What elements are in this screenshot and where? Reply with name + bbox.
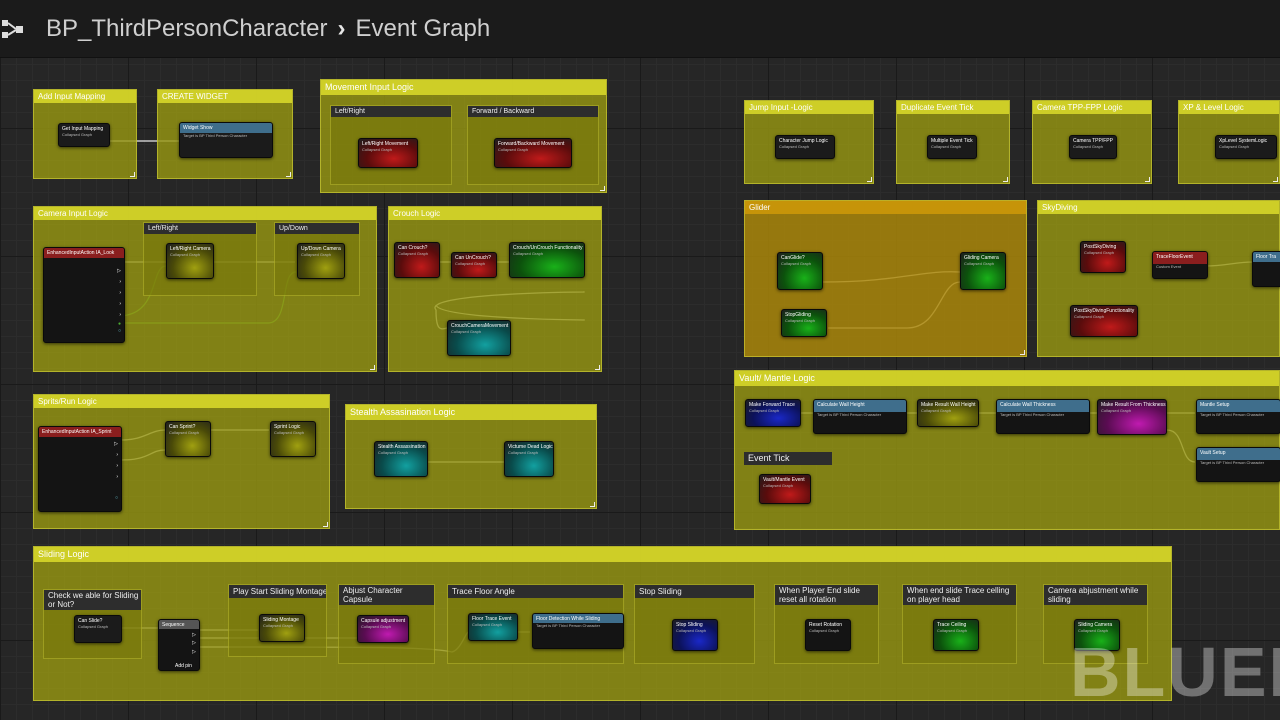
enhanced-input-sprint-node[interactable]: EnhancedInputAction IA_Sprint ▷ › › › ○ <box>38 426 122 512</box>
subcomment-trace-floor-angle[interactable]: Trace Floor Angle Floor Trace Event Coll… <box>447 584 624 664</box>
comment-sliding-logic[interactable]: Sliding Logic Check we able for Sliding … <box>33 546 1172 701</box>
mantle-setup-node[interactable]: Mantle Setup Target is BP Third Person C… <box>1196 399 1280 434</box>
up-down-camera-node[interactable]: Up/Down Camera Collapsed Graph <box>297 243 345 279</box>
forward-backward-movement-node[interactable]: Forward/Backward Movement Collapsed Grap… <box>494 138 572 168</box>
comment-title: Vault/ Mantle Logic <box>735 371 1279 386</box>
comment-sprint-run-logic[interactable]: Sprits/Run Logic EnhancedInputAction IA_… <box>33 394 330 529</box>
comment-title: Duplicate Event Tick <box>897 101 1009 114</box>
vault-mantle-event-node[interactable]: Vault/Mantle Event Collapsed Graph <box>759 474 811 504</box>
can-glide-node[interactable]: CanGlide? Collapsed Graph <box>777 252 823 290</box>
comment-title: Glider <box>745 201 1026 214</box>
vault-setup-node[interactable]: Vault Setup Target is BP Third Person Ch… <box>1196 447 1280 482</box>
chevron-right-icon: › <box>337 14 346 42</box>
sliding-montage-node[interactable]: Sliding Montage Collapsed Graph <box>259 614 305 642</box>
subcomment-end-slide-trace[interactable]: When end slide Trace celling on player h… <box>902 584 1017 664</box>
graph-breadcrumb-bar: BP_ThirdPersonCharacter › Event Graph <box>0 0 1280 58</box>
subcomment-camera-left-right[interactable]: Left/Right Left/Right Camera Collapsed G… <box>143 222 257 296</box>
comment-title: Movement Input Logic <box>321 80 606 95</box>
can-sprint-node[interactable]: Can Sprint? Collapsed Graph <box>165 421 211 457</box>
add-pin-button[interactable]: Add pin <box>175 663 192 669</box>
crouch-functionality-node[interactable]: Crouch/UnCrouch Functionality Collapsed … <box>509 242 585 278</box>
left-right-movement-node[interactable]: Left/Right Movement Collapsed Graph <box>358 138 418 168</box>
make-result-wall-height-node[interactable]: Make Result Wall Height Collapsed Graph <box>917 399 979 427</box>
gliding-camera-node[interactable]: Gliding Camera Collapsed Graph <box>960 252 1006 290</box>
comment-title: Jump Input -Logic <box>745 101 873 114</box>
reset-rotation-node[interactable]: Reset Rotation Collapsed Graph <box>805 619 851 651</box>
floor-trace-event-node[interactable]: Floor Trace Event Collapsed Graph <box>468 613 518 641</box>
comment-glider[interactable]: Glider CanGlide? Collapsed Graph Gliding… <box>744 200 1027 357</box>
stop-sliding-node[interactable]: Stop Sliding Collapsed Graph <box>672 619 718 651</box>
breadcrumb-blueprint[interactable]: BP_ThirdPersonCharacter <box>46 15 327 43</box>
trace-floor-event-node[interactable]: TraceFloorEvent Custom Event <box>1152 251 1208 279</box>
subcomment-camera-up-down[interactable]: Up/Down Up/Down Camera Collapsed Graph <box>274 222 360 296</box>
comment-add-input-mapping[interactable]: Add Input Mapping Get Input Mapping Coll… <box>33 89 137 179</box>
calculate-wall-height-node[interactable]: Calculate Wall Height Target is BP Third… <box>813 399 907 434</box>
comment-title: SkyDiving <box>1038 201 1279 214</box>
comment-crouch-logic[interactable]: Crouch Logic Can Crouch? Collapsed Graph… <box>388 206 602 372</box>
xp-level-system-node[interactable]: XpLevel SystemLogic Collapsed Graph <box>1215 135 1277 159</box>
subcomment-forward-backward[interactable]: Forward / Backward Forward/Backward Move… <box>467 105 599 185</box>
trace-ceiling-node[interactable]: Trace Ceiling Collapsed Graph <box>933 619 979 651</box>
stealth-assassination-node[interactable]: Stealth Assassination Collapsed Graph <box>374 441 428 477</box>
can-crouch-node[interactable]: Can Crouch? Collapsed Graph <box>394 242 440 278</box>
comment-duplicate-event-tick[interactable]: Duplicate Event Tick Multiple Event Tick… <box>896 100 1010 184</box>
get-input-mapping-node[interactable]: Get Input Mapping Collapsed Graph <box>58 123 110 147</box>
crouch-camera-movement-node[interactable]: CrouchCameraMovement Collapsed Graph <box>447 320 511 356</box>
victume-dead-logic-node[interactable]: Victume Dead Logic Collapsed Graph <box>504 441 554 477</box>
comment-title: Stealth Assasination Logic <box>346 405 596 420</box>
subcomment-player-end-slide[interactable]: When Player End slide reset all rotation… <box>774 584 879 664</box>
post-skydiving-functionality-node[interactable]: PostSkyDivingFunctionality Collapsed Gra… <box>1070 305 1138 337</box>
comment-stealth-assassination-logic[interactable]: Stealth Assasination Logic Stealth Assas… <box>345 404 597 509</box>
comment-create-widget[interactable]: CREATE WIDGET Widget Show Target is BP T… <box>157 89 293 179</box>
comment-title: Camera TPP-FPP Logic <box>1033 101 1151 114</box>
widget-show-node[interactable]: Widget Show Target is BP Third Person Ch… <box>179 122 273 158</box>
camera-tpp-fpp-node[interactable]: Camera TPP/FPP Collapsed Graph <box>1069 135 1117 159</box>
comment-title: Sliding Logic <box>34 547 1171 562</box>
post-skydiving-node[interactable]: PostSkyDiving Collapsed Graph <box>1080 241 1126 273</box>
can-uncrouch-node[interactable]: Can UnCrouch? Collapsed Graph <box>451 252 497 278</box>
floor-detection-node[interactable]: Floor Detection While Sliding Target is … <box>532 613 624 649</box>
sprint-logic-node[interactable]: Sprint Logic Collapsed Graph <box>270 421 316 457</box>
comment-movement-input-logic[interactable]: Movement Input Logic Left/Right Left/Rig… <box>320 79 607 193</box>
enhanced-input-look-node[interactable]: EnhancedInputAction IA_Look ▷ › › › › ● … <box>43 247 125 343</box>
multiple-event-tick-node[interactable]: Multiple Event Tick Collapsed Graph <box>927 135 977 159</box>
comment-title: Crouch Logic <box>389 207 601 220</box>
make-forward-trace-node[interactable]: Make Forward Trace Collapsed Graph <box>745 399 801 427</box>
blueprint-watermark: BLUEP <box>1070 633 1280 711</box>
calculate-wall-thickness-node[interactable]: Calculate Wall Thickness Target is BP Th… <box>996 399 1090 434</box>
capsule-adjustment-node[interactable]: Capsule adjustment Collapsed Graph <box>357 615 409 643</box>
subcomment-check-sliding[interactable]: Check we able for Sliding or Not? Can Sl… <box>43 589 142 659</box>
comment-title: CREATE WIDGET <box>158 90 292 103</box>
comment-title: Add Input Mapping <box>34 90 136 103</box>
subcomment-adjust-capsule[interactable]: Abjust Character Capsule Capsule adjustm… <box>338 584 435 664</box>
character-jump-logic-node[interactable]: Character Jump Logic Collapsed Graph <box>775 135 835 159</box>
stop-gliding-node[interactable]: StopGliding Collapsed Graph <box>781 309 827 337</box>
comment-camera-tpp-fpp-logic[interactable]: Camera TPP-FPP Logic Camera TPP/FPP Coll… <box>1032 100 1152 184</box>
sequence-node[interactable]: Sequence ▷ ▷ ▷ Add pin <box>158 619 200 671</box>
left-right-camera-node[interactable]: Left/Right Camera Collapsed Graph <box>166 243 214 279</box>
event-graph-icon <box>0 14 30 44</box>
comment-title: Camera Input Logic <box>34 207 376 220</box>
comment-skydiving[interactable]: SkyDiving PostSkyDiving Collapsed Graph … <box>1037 200 1280 357</box>
floor-trace-node[interactable]: Floor Tra <box>1252 251 1280 287</box>
comment-xp-level-logic[interactable]: XP & Level Logic XpLevel SystemLogic Col… <box>1178 100 1280 184</box>
make-result-from-thickness-node[interactable]: Make Result From Thickness Collapsed Gra… <box>1097 399 1167 435</box>
subcomment-play-start-sliding[interactable]: Play Start Sliding Montage Sliding Monta… <box>228 584 327 657</box>
subcomment-left-right[interactable]: Left/Right Left/Right Movement Collapsed… <box>330 105 452 185</box>
breadcrumb-graph[interactable]: Event Graph <box>355 15 490 43</box>
comment-camera-input-logic[interactable]: Camera Input Logic EnhancedInputAction I… <box>33 206 377 372</box>
comment-title: Sprits/Run Logic <box>34 395 329 408</box>
event-tick-subcomment[interactable]: Event Tick <box>744 452 832 465</box>
comment-jump-input-logic[interactable]: Jump Input -Logic Character Jump Logic C… <box>744 100 874 184</box>
can-slide-node[interactable]: Can Slide? Collapsed Graph <box>74 615 122 643</box>
subcomment-stop-sliding[interactable]: Stop Sliding Stop Sliding Collapsed Grap… <box>634 584 755 664</box>
comment-title: XP & Level Logic <box>1179 101 1279 114</box>
comment-vault-mantle-logic[interactable]: Vault/ Mantle Logic Make Forward Trace C… <box>734 370 1280 530</box>
